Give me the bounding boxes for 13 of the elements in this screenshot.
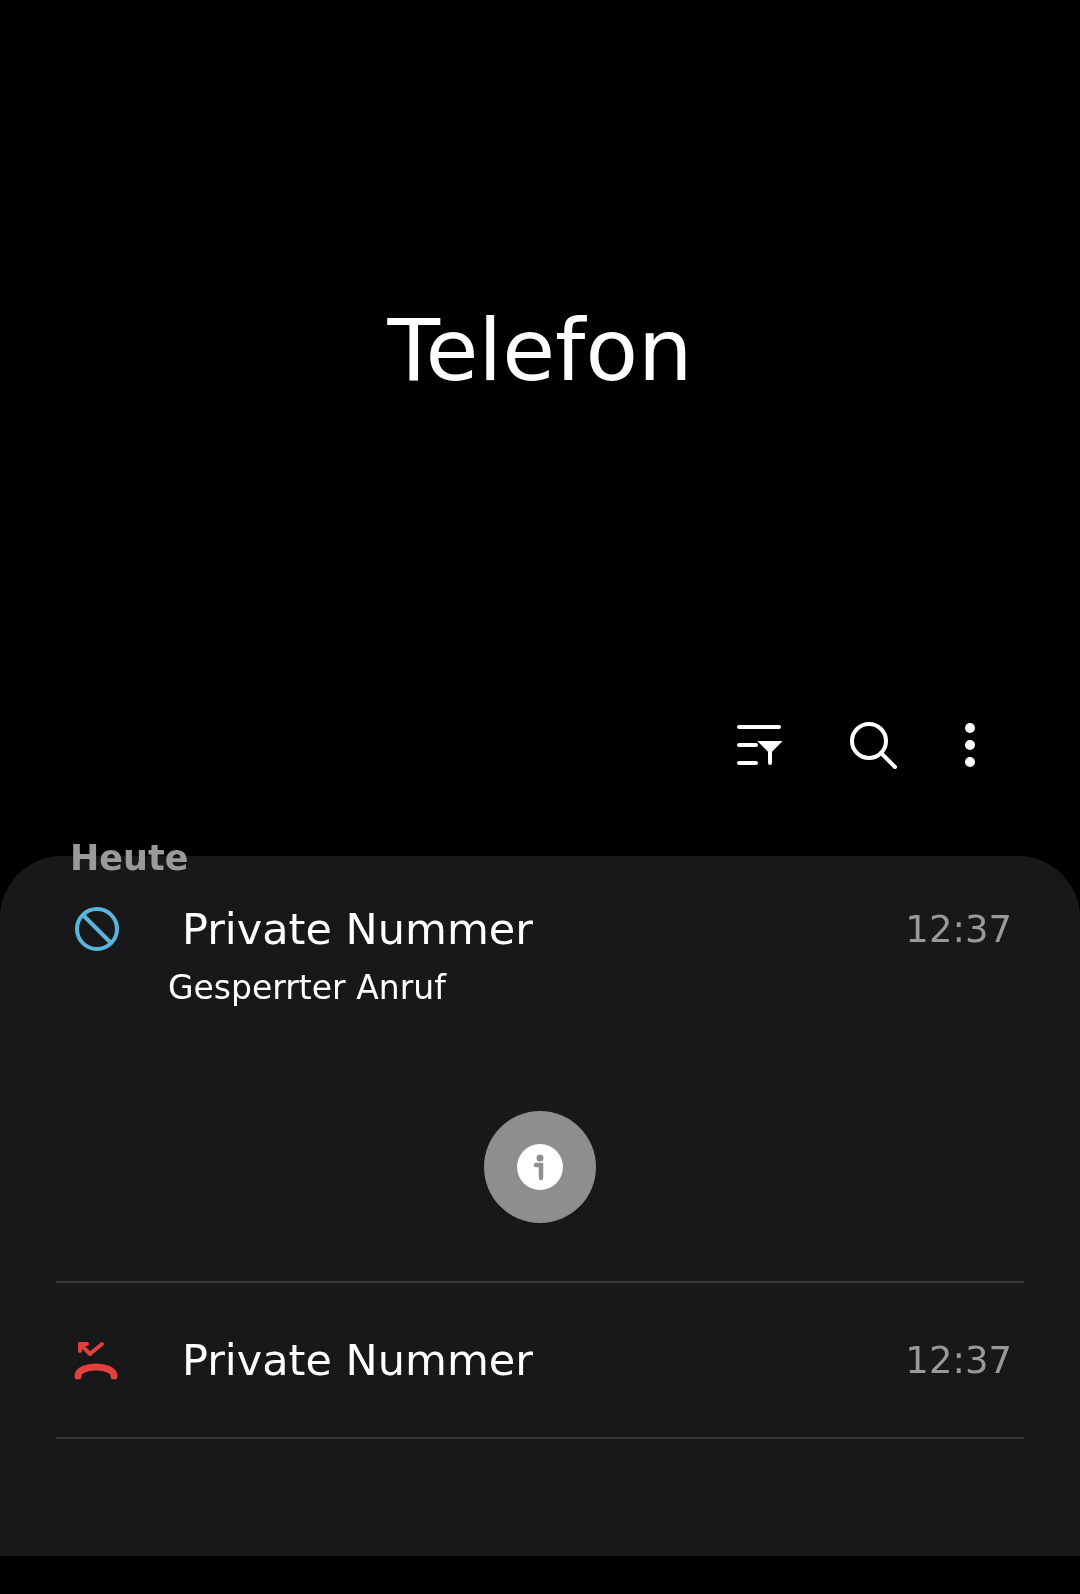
info-icon — [517, 1144, 563, 1190]
caller-name: Private Nummer — [182, 1335, 534, 1385]
call-log-item[interactable]: Private Nummer 12:37 — [56, 1283, 1024, 1439]
app-title: Telefon — [387, 300, 693, 400]
search-icon[interactable] — [848, 720, 898, 770]
filter-icon[interactable] — [736, 723, 782, 767]
call-time: 12:37 — [905, 1338, 1013, 1382]
more-icon[interactable] — [964, 723, 976, 767]
caller-name: Private Nummer — [182, 904, 534, 954]
blocked-icon — [74, 906, 120, 952]
call-time: 12:37 — [905, 907, 1013, 951]
call-type: Gesperrter Anruf — [168, 968, 446, 1007]
missed-call-icon — [74, 1340, 118, 1380]
